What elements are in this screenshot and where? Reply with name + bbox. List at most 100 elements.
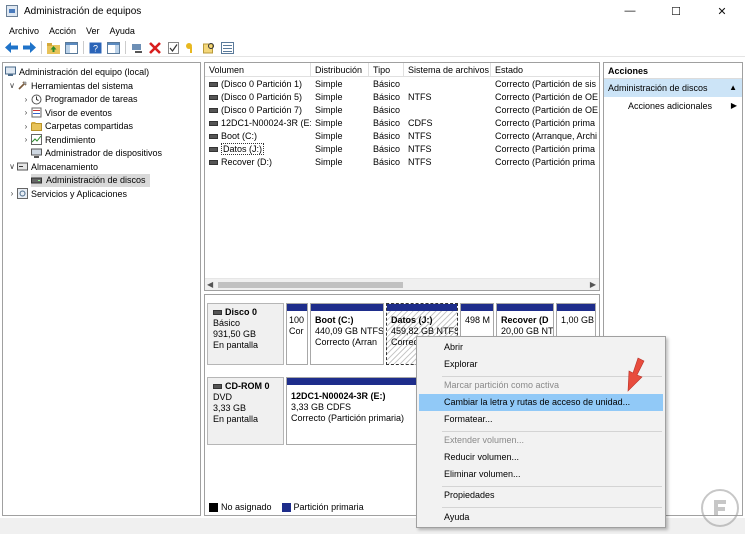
- chevron-down-icon[interactable]: ∨: [7, 81, 17, 90]
- chevron-right-icon[interactable]: ›: [21, 122, 31, 131]
- show-hide-tree-icon[interactable]: [64, 41, 78, 55]
- volume-cell-fs: [404, 104, 491, 117]
- volume-cell-volumen: Boot (C:): [205, 130, 311, 143]
- partition-line: 498 M: [465, 315, 491, 325]
- tree-item-label: Administrador de dispositivos: [45, 148, 163, 158]
- collapse-up-icon[interactable]: ▲: [729, 79, 737, 97]
- volume-row[interactable]: Datos (J:) Simple Básico NTFS Correcto (Part…: [205, 143, 599, 156]
- volume-cell-fs: NTFS: [408, 144, 432, 154]
- red-arrow-icon: [622, 357, 648, 393]
- menu-item-formatear[interactable]: Formatear...: [419, 411, 663, 428]
- delete-icon[interactable]: [148, 41, 162, 55]
- volume-name: (Disco 0 Partición 5): [221, 92, 303, 102]
- partition-line: 100: [289, 315, 305, 325]
- volume-row[interactable]: (Disco 0 Partición 5) Simple Básico NTFS Cor…: [205, 91, 599, 104]
- tree-item[interactable]: ∨ Herramientas del sistema: [7, 79, 133, 92]
- actions-more[interactable]: Acciones adicionales ▶: [604, 97, 742, 115]
- column-header-estado[interactable]: Estado: [491, 63, 599, 77]
- tree-item[interactable]: › Servicios y Aplicaciones: [7, 187, 127, 200]
- properties-pane-icon[interactable]: [106, 41, 120, 55]
- menu-accion[interactable]: Acción: [44, 26, 81, 36]
- forward-arrow-icon[interactable]: [22, 41, 36, 55]
- tree-item[interactable]: Administración de discos: [31, 173, 150, 187]
- actions-section-label: Administración de discos: [608, 83, 708, 93]
- disk-icon: [213, 310, 222, 315]
- volume-row[interactable]: Boot (C:) Simple Básico NTFS Correcto (Arran…: [205, 130, 599, 143]
- chevron-right-icon[interactable]: ›: [21, 95, 31, 104]
- column-header-volumen[interactable]: Volumen: [205, 63, 311, 77]
- list-view-icon[interactable]: [220, 41, 234, 55]
- menu-ver[interactable]: Ver: [81, 26, 105, 36]
- minimize-icon[interactable]: —: [607, 0, 653, 22]
- volume-row[interactable]: (Disco 0 Partición 7) Simple Básico Correct…: [205, 104, 599, 117]
- tree-item-label: Rendimiento: [45, 134, 96, 145]
- computer-management-icon: [6, 5, 18, 17]
- volume-icon: [209, 82, 218, 88]
- scroll-right-icon[interactable]: ▶: [590, 280, 596, 289]
- menu-item-cambiar-letra[interactable]: Cambiar la letra y rutas de acceso de un…: [419, 394, 663, 411]
- volume-cell-tipo: Básico: [373, 131, 401, 141]
- volume-cell-estado: Correcto (Partición de OE: [495, 92, 599, 102]
- scroll-left-icon[interactable]: ◀: [207, 280, 213, 289]
- volume-cell-estado: Correcto (Arranque, Archi: [495, 131, 598, 141]
- volume-cell-fs: CDFS: [408, 118, 433, 128]
- menu-item-reducir[interactable]: Reducir volumen...: [419, 449, 663, 466]
- partition-system[interactable]: 100 Cor: [286, 303, 308, 365]
- tree-item[interactable]: Administrador de dispositivos: [21, 147, 162, 160]
- volume-name: Boot (C:): [221, 131, 258, 141]
- disk-0-info[interactable]: Disco 0 Básico 931,50 GB En pantalla: [207, 303, 284, 365]
- volume-icon: [209, 147, 218, 153]
- help-icon[interactable]: ?: [88, 41, 102, 55]
- up-folder-icon[interactable]: [46, 41, 60, 55]
- menu-item-abrir[interactable]: Abrir: [419, 339, 663, 356]
- chevron-right-icon[interactable]: ›: [7, 189, 17, 198]
- menu-item-eliminar[interactable]: Eliminar volumen...: [419, 466, 663, 483]
- svg-text:?: ?: [92, 43, 97, 53]
- maximize-icon[interactable]: ☐: [653, 0, 699, 22]
- back-arrow-icon[interactable]: [4, 41, 18, 55]
- horizontal-scrollbar[interactable]: ◀ ▶: [205, 278, 599, 290]
- cdrom-0-info[interactable]: CD-ROM 0 DVD 3,33 GB En pantalla: [207, 377, 284, 445]
- scrollbar-thumb[interactable]: [218, 282, 403, 288]
- volume-cell-estado: Correcto (Partición prima: [495, 144, 596, 154]
- volume-row[interactable]: 12DC1-N00024-3R (E:) Simple Básico CDFS Corr…: [205, 117, 599, 130]
- menu-item-ayuda[interactable]: Ayuda: [419, 509, 663, 526]
- menu-archivo[interactable]: Archivo: [4, 26, 44, 36]
- volume-icon: [209, 134, 218, 140]
- tree-item-label: Servicios y Aplicaciones: [31, 188, 128, 199]
- column-header-tipo[interactable]: Tipo: [369, 63, 404, 77]
- volume-list-header: Volumen Distribución Tipo Sistema de arc…: [205, 63, 599, 77]
- cdrom-0-status: En pantalla: [213, 414, 259, 424]
- menu-ayuda[interactable]: Ayuda: [105, 26, 140, 36]
- tree-item[interactable]: › Rendimiento: [21, 133, 96, 146]
- volume-cell-fs: [404, 78, 491, 91]
- tree-item[interactable]: ∨ Almacenamiento: [7, 160, 98, 173]
- cdrom-0-size: 3,33 GB: [213, 403, 247, 413]
- check-properties-icon[interactable]: [166, 41, 180, 55]
- volume-icon: [209, 108, 218, 114]
- chevron-right-icon[interactable]: ›: [21, 108, 31, 117]
- menu-bar: Archivo Acción Ver Ayuda: [0, 22, 745, 39]
- column-header-sistema-archivos[interactable]: Sistema de archivos: [404, 63, 491, 77]
- volume-row[interactable]: Recover (D:) Simple Básico NTFS Correcto (Pa…: [205, 156, 599, 169]
- actions-section-disk-management[interactable]: Administración de discos ▲: [604, 79, 742, 97]
- chevron-right-icon[interactable]: ›: [21, 135, 31, 144]
- tree-item[interactable]: › Visor de eventos: [21, 106, 112, 119]
- column-header-distribucion[interactable]: Distribución: [311, 63, 369, 77]
- volume-cell-distribucion: Simple: [315, 105, 343, 115]
- connect-icon[interactable]: [130, 41, 144, 55]
- tree-item[interactable]: › Carpetas compartidas: [21, 120, 133, 133]
- chevron-down-icon[interactable]: ∨: [7, 162, 17, 171]
- close-icon[interactable]: ✕: [699, 0, 745, 22]
- partition-boot-c[interactable]: Boot (C:) 440,09 GB NTFS Correcto (Arran: [310, 303, 384, 365]
- volume-cell-distribucion: Simple: [315, 79, 343, 89]
- tree-root[interactable]: Administración del equipo (local): [5, 65, 149, 78]
- menu-item-propiedades[interactable]: Propiedades: [419, 487, 663, 504]
- search-icon[interactable]: [202, 41, 216, 55]
- volume-cell-volumen: Datos (J:): [205, 143, 311, 156]
- toolbar: ?: [0, 39, 745, 57]
- volume-row[interactable]: (Disco 0 Partición 1) Simple Básico Correct…: [205, 78, 599, 91]
- volume-cell-tipo: Básico: [373, 105, 401, 115]
- key-icon[interactable]: [184, 41, 198, 55]
- tree-item[interactable]: › Programador de tareas: [21, 93, 138, 106]
